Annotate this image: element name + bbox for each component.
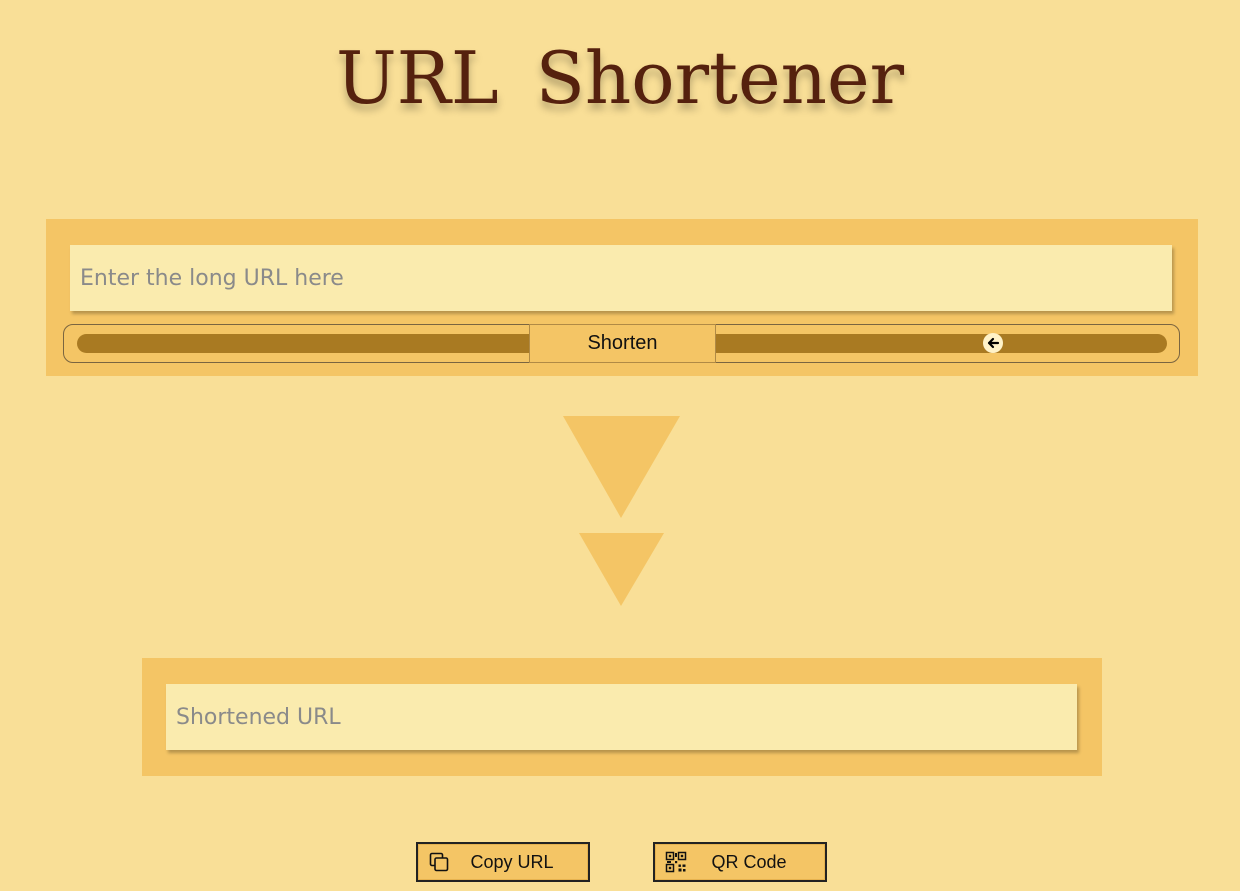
- down-triangle-large-icon: [563, 416, 680, 518]
- copy-icon: [426, 849, 452, 875]
- page-title: URL Shortener: [336, 36, 904, 120]
- copy-url-label: Copy URL: [470, 851, 554, 872]
- qr-code-button[interactable]: QR Code: [653, 842, 827, 882]
- arrow-left-circle-icon[interactable]: [983, 333, 1003, 353]
- copy-url-button[interactable]: Copy URL: [416, 842, 590, 882]
- down-triangle-small-icon: [579, 533, 664, 606]
- qr-code-label: QR Code: [711, 851, 787, 872]
- shorten-button-label: Shorten: [587, 332, 658, 354]
- qr-code-icon: [663, 849, 689, 875]
- shorten-slider[interactable]: Shorten: [63, 324, 1180, 363]
- long-url-panel: Shorten: [46, 219, 1198, 376]
- long-url-input[interactable]: [70, 245, 1172, 311]
- down-arrows-decoration: [563, 416, 681, 612]
- short-url-panel: [142, 658, 1102, 776]
- shorten-button[interactable]: Shorten: [529, 324, 716, 363]
- short-url-output[interactable]: [166, 684, 1077, 750]
